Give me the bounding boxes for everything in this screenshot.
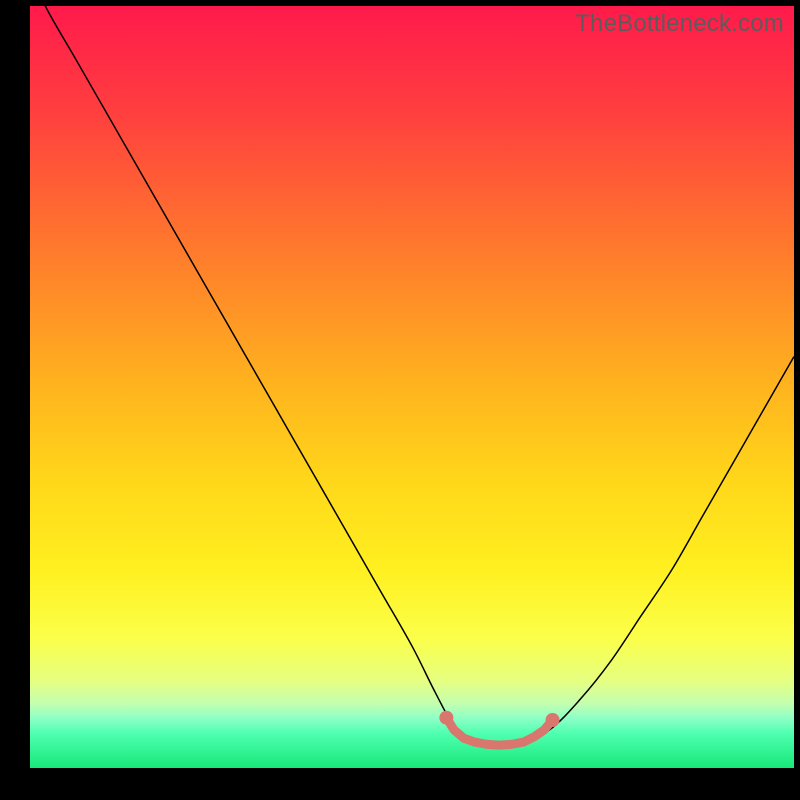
minimum-band-line bbox=[446, 718, 552, 745]
chart-frame: TheBottleneck.com bbox=[0, 0, 800, 800]
minimum-band-start-dot bbox=[439, 711, 453, 725]
chart-svg bbox=[30, 6, 794, 768]
plot-area: TheBottleneck.com bbox=[30, 6, 794, 768]
minimum-band bbox=[439, 711, 559, 745]
bottleneck-curve bbox=[30, 0, 794, 745]
minimum-band-end-dot bbox=[546, 713, 560, 727]
